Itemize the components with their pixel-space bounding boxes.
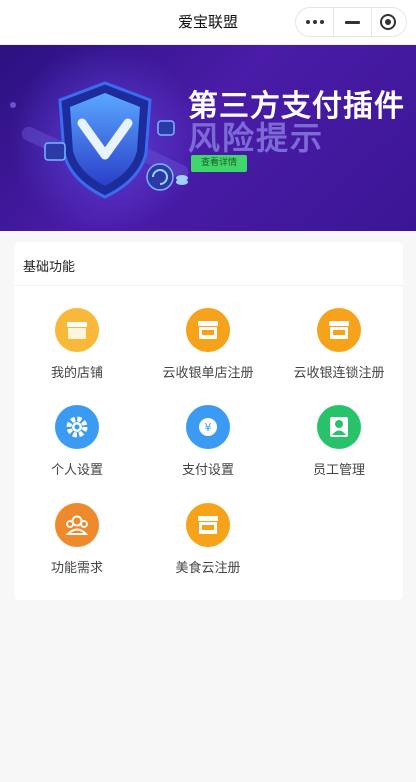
grid-label: 我的店铺	[50, 366, 103, 381]
mini-program-capsule	[295, 7, 407, 37]
grid-label: 云收银单店注册	[162, 366, 254, 381]
grid-item-single-store-register[interactable]: 云收银单店注册	[148, 308, 268, 388]
grid-item-personal-settings[interactable]: 个人设置	[17, 405, 137, 485]
gear-icon	[55, 405, 99, 449]
grid-item-payment-settings[interactable]: ¥ 支付设置	[148, 405, 268, 485]
grid-item-food-cloud-register[interactable]: 美食云注册	[148, 503, 268, 583]
minimize-button[interactable]	[333, 8, 372, 36]
section-title: 基础功能	[23, 260, 76, 275]
users-icon	[55, 503, 99, 547]
grid-item-my-store[interactable]: 我的店铺	[17, 308, 137, 388]
grid-label: 云收银连锁注册	[293, 366, 385, 381]
register-store-icon	[186, 308, 230, 352]
grid-label: 员工管理	[312, 463, 365, 478]
grid-label: 个人设置	[50, 463, 103, 478]
grid-label: 支付设置	[181, 463, 234, 478]
yen-icon: ¥	[186, 405, 230, 449]
person-icon	[317, 405, 361, 449]
banner-subtitle: 风险提示	[188, 119, 325, 157]
more-button[interactable]	[296, 8, 333, 36]
register-food-icon	[186, 503, 230, 547]
store-icon	[55, 308, 99, 352]
target-close-icon	[380, 14, 396, 30]
register-chain-icon	[317, 308, 361, 352]
grid-item-staff-management[interactable]: 员工管理	[279, 405, 399, 485]
close-button[interactable]	[370, 8, 407, 36]
view-details-button[interactable]: 查看详情	[191, 155, 247, 172]
grid-label: 美食云注册	[175, 561, 241, 576]
grid-label: 功能需求	[50, 561, 103, 576]
grid-item-feature-requests[interactable]: 功能需求	[17, 503, 137, 583]
grid-item-chain-store-register[interactable]: 云收银连锁注册	[279, 308, 399, 388]
basic-functions-card: 基础功能 我的店铺 云收银单店注册 云收银连锁注册 个人设置 ¥ 支付设置 员工…	[14, 242, 403, 600]
svg-text:¥: ¥	[205, 421, 212, 434]
minimize-icon	[345, 21, 360, 24]
empty-area	[0, 612, 416, 782]
promo-banner[interactable]: 第三方支付插件 风险提示 查看详情	[0, 45, 416, 231]
card-header: 基础功能	[14, 242, 403, 286]
more-dots-icon	[306, 20, 326, 25]
nav-bar: 爱宝联盟	[0, 0, 416, 45]
